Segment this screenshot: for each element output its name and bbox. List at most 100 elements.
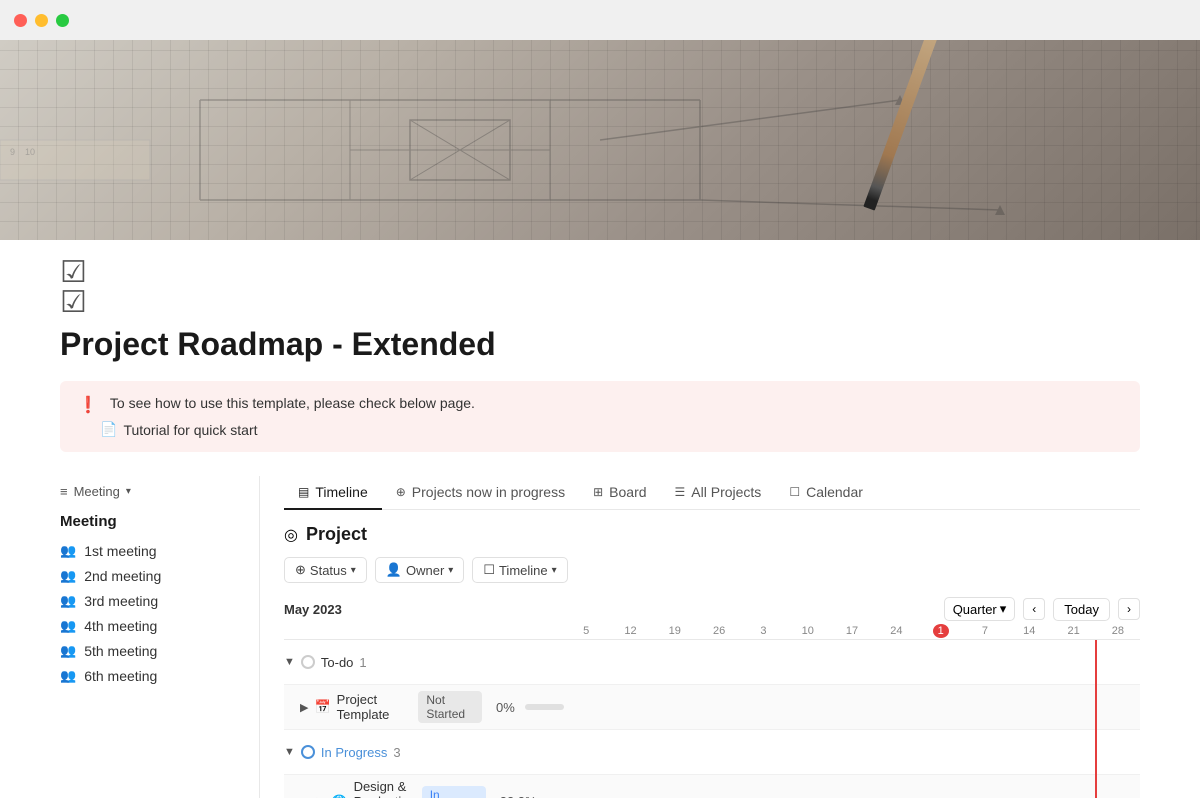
people-icon xyxy=(60,567,76,584)
project-template-label: ▶ 📅 Project Template Not Started 0% xyxy=(284,687,564,727)
chevron-down-icon: ▾ xyxy=(448,565,453,576)
inprogress-circle xyxy=(301,745,315,759)
inprogress-bar-area xyxy=(564,730,1140,774)
project-target-icon: ◎ xyxy=(284,525,298,545)
mvp-name[interactable]: Design & Production of MVP xyxy=(354,779,416,798)
notice-icon: ❗ xyxy=(78,395,98,415)
mvp-label: ↪ ▶ 🌐 Design & Production of MVP In Prog… xyxy=(284,775,564,798)
sidebar-item-label: 4th meeting xyxy=(84,618,157,634)
todo-circle xyxy=(301,655,315,669)
tab-label: Projects now in progress xyxy=(412,484,565,500)
project-template-name[interactable]: Project Template xyxy=(337,692,413,722)
inprogress-count: 3 xyxy=(393,745,400,760)
close-button[interactable] xyxy=(14,14,27,27)
date-label-12: 12 xyxy=(608,625,652,637)
tab-label: Calendar xyxy=(806,484,863,500)
sidebar-item[interactable]: 1st meeting xyxy=(60,538,247,563)
table-row: ▼ To-do 1 xyxy=(284,640,1140,685)
sidebar-item[interactable]: 3rd meeting xyxy=(60,588,247,613)
tab-icon: ☰ xyxy=(675,485,686,499)
timeline-month-label: May 2023 xyxy=(284,602,342,617)
doc-icon: 📄 xyxy=(100,421,117,438)
chevron-down-icon: ▾ xyxy=(1000,601,1007,617)
tabs-bar: ▤Timeline ⊕ Projects now in progress ⊞ Board… xyxy=(284,476,1140,510)
chevron-down-icon: ▾ xyxy=(126,486,131,497)
filter-icon: ⊕ xyxy=(295,562,306,578)
todo-count: 1 xyxy=(359,655,366,670)
date-label-17: 17 xyxy=(830,625,874,637)
inprogress-label: In Progress xyxy=(321,745,387,760)
tab-icon: ☐ xyxy=(789,485,800,499)
tab-in-progress[interactable]: ⊕ Projects now in progress xyxy=(382,476,579,510)
date-label-24: 24 xyxy=(874,625,918,637)
status-badge-in-progress: In Progress xyxy=(422,786,486,798)
sidebar-item-label: 6th meeting xyxy=(84,668,157,684)
filter-status[interactable]: ⊕Status▾ xyxy=(284,557,367,583)
sidebar-item[interactable]: 6th meeting xyxy=(60,663,247,688)
project-template-bar-area xyxy=(564,685,1140,729)
arrow-icon: ↪ xyxy=(300,794,311,798)
chevron-down-icon: ▾ xyxy=(552,565,557,576)
sidebar-item-label: 3rd meeting xyxy=(84,593,158,609)
notice-box: ❗ To see how to use this template, pleas… xyxy=(60,381,1140,452)
people-icon xyxy=(60,667,76,684)
page-title: Project Roadmap - Extended xyxy=(60,326,1140,363)
date-marker: 1 xyxy=(919,625,963,637)
expand-icon[interactable]: ▶ xyxy=(300,701,308,714)
date-label-21: 21 xyxy=(1051,625,1095,637)
today-button[interactable]: Today xyxy=(1053,598,1110,621)
todo-label: To-do xyxy=(321,655,354,670)
tab-all-projects[interactable]: ☰ All Projects xyxy=(661,476,776,510)
date-label-5: 5 xyxy=(564,625,608,637)
filter-timeline[interactable]: ☐Timeline▾ xyxy=(472,557,567,583)
notice-text: To see how to use this template, please … xyxy=(110,395,475,411)
sidebar-item-label: 5th meeting xyxy=(84,643,157,659)
status-badge-not-started: Not Started xyxy=(418,691,482,723)
sidebar-item[interactable]: 4th meeting xyxy=(60,613,247,638)
list-icon: ≡ xyxy=(60,484,68,499)
date-label-28: 28 xyxy=(1096,625,1140,637)
group-toggle-inprogress[interactable]: ▼ xyxy=(284,746,295,758)
tab-calendar[interactable]: ☐ Calendar xyxy=(775,476,877,510)
tab-label: Board xyxy=(609,484,646,500)
sidebar-item-label: 2nd meeting xyxy=(84,568,161,584)
group-label-inprogress[interactable]: ▼ In Progress 3 xyxy=(284,741,564,764)
sidebar-item-label: 1st meeting xyxy=(84,543,156,559)
tab-timeline[interactable]: ▤Timeline xyxy=(284,476,382,510)
sidebar-header[interactable]: ≡ Meeting ▾ xyxy=(60,476,247,507)
titlebar xyxy=(0,0,1200,40)
people-icon xyxy=(60,542,76,559)
group-toggle-todo[interactable]: ▼ xyxy=(284,656,295,668)
notice-link[interactable]: 📄 Tutorial for quick start xyxy=(78,421,1122,438)
timeline-next-button[interactable]: › xyxy=(1118,598,1140,620)
tab-board[interactable]: ⊞ Board xyxy=(579,476,660,510)
project-template-percent: 0% xyxy=(496,700,515,715)
filter-owner[interactable]: 👤Owner▾ xyxy=(375,557,465,583)
project-header: ◎ Project xyxy=(284,524,1140,545)
chevron-down-icon: ▾ xyxy=(351,565,356,576)
minimize-button[interactable] xyxy=(35,14,48,27)
tab-icon: ⊞ xyxy=(593,485,603,499)
today-marker-line xyxy=(1095,640,1097,798)
project-template-progress-bar xyxy=(525,704,564,710)
project-title: Project xyxy=(306,524,367,545)
hero-image: 9 10 xyxy=(0,40,1200,240)
page-icon-small: 📅 xyxy=(314,699,330,715)
tab-icon: ⊕ xyxy=(396,485,406,499)
sidebar-item[interactable]: 2nd meeting xyxy=(60,563,247,588)
group-label-todo[interactable]: ▼ To-do 1 xyxy=(284,651,564,674)
date-label-26: 26 xyxy=(697,625,741,637)
people-icon xyxy=(60,592,76,609)
filter-icon: 👤 xyxy=(386,562,402,578)
quarter-button[interactable]: Quarter ▾ xyxy=(944,597,1016,621)
filter-bar: ⊕Status▾ 👤Owner▾ ☐Timeline▾ xyxy=(284,557,1140,583)
timeline-prev-button[interactable]: ‹ xyxy=(1023,598,1045,620)
svg-text:10: 10 xyxy=(25,147,35,157)
tab-label: All Projects xyxy=(691,484,761,500)
sidebar-item[interactable]: 5th meeting xyxy=(60,638,247,663)
date-label-7: 7 xyxy=(963,625,1007,637)
maximize-button[interactable] xyxy=(56,14,69,27)
mvp-percent: 33.3% xyxy=(500,794,537,798)
mvp-bar-area xyxy=(564,780,1140,798)
globe-icon: 🌐 xyxy=(331,794,347,798)
